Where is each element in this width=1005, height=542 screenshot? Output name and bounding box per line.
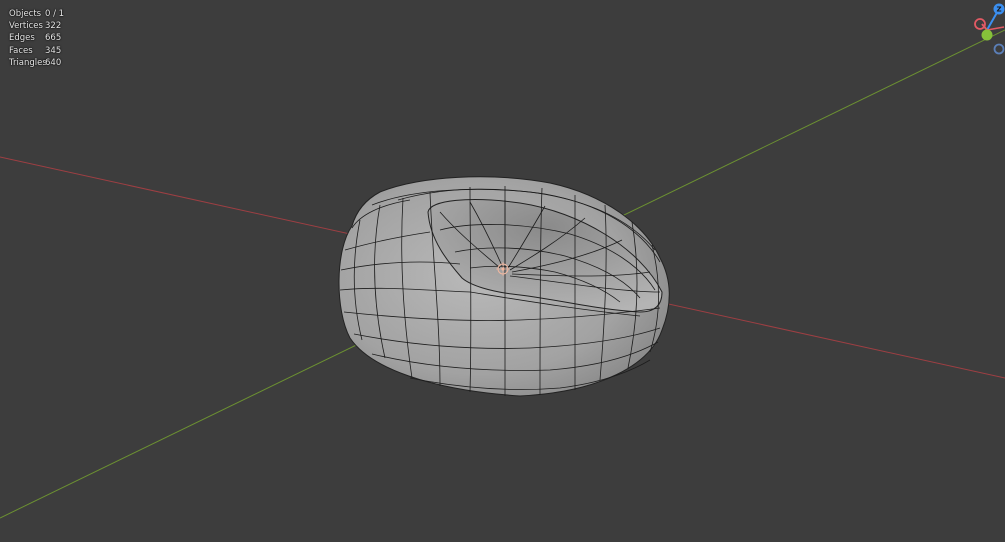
stat-label: Objects [9, 9, 42, 19]
stat-label: Triangles [9, 57, 47, 68]
stat-row-triangles: Triangles 640 [9, 57, 64, 69]
gizmo-z-axis[interactable]: Z [993, 3, 1005, 15]
stat-value: 345 [45, 45, 62, 56]
stat-value: 0 / 1 [45, 9, 65, 19]
navigation-gizmo[interactable]: Z [955, 0, 1005, 60]
3d-viewport[interactable]: Objects 0 / 1 Vertices 322 Edges 665 Fac… [0, 0, 1005, 542]
statistics-overlay: Objects 0 / 1 Vertices 322 Edges 665 Fac… [9, 8, 64, 69]
stat-label: Vertices [9, 21, 43, 32]
stat-label: Edges [9, 33, 35, 44]
stat-row-edges: Edges 665 [9, 32, 64, 44]
stat-row-faces: Faces 345 [9, 45, 64, 57]
stat-row-objects: Objects 0 / 1 [9, 8, 64, 20]
stat-row-vertices: Vertices 322 [9, 20, 64, 32]
gizmo-z-label: Z [996, 6, 1001, 14]
scene-canvas[interactable] [0, 0, 1005, 542]
stat-value: 322 [45, 21, 62, 32]
donut-mesh[interactable] [338, 176, 670, 397]
stat-value: 640 [45, 57, 62, 68]
stat-value: 665 [45, 33, 62, 44]
gizmo-y-axis[interactable] [981, 29, 993, 41]
gizmo-x-negative[interactable] [974, 18, 986, 30]
stat-label: Faces [9, 45, 33, 56]
gizmo-z-negative[interactable] [993, 43, 1005, 55]
